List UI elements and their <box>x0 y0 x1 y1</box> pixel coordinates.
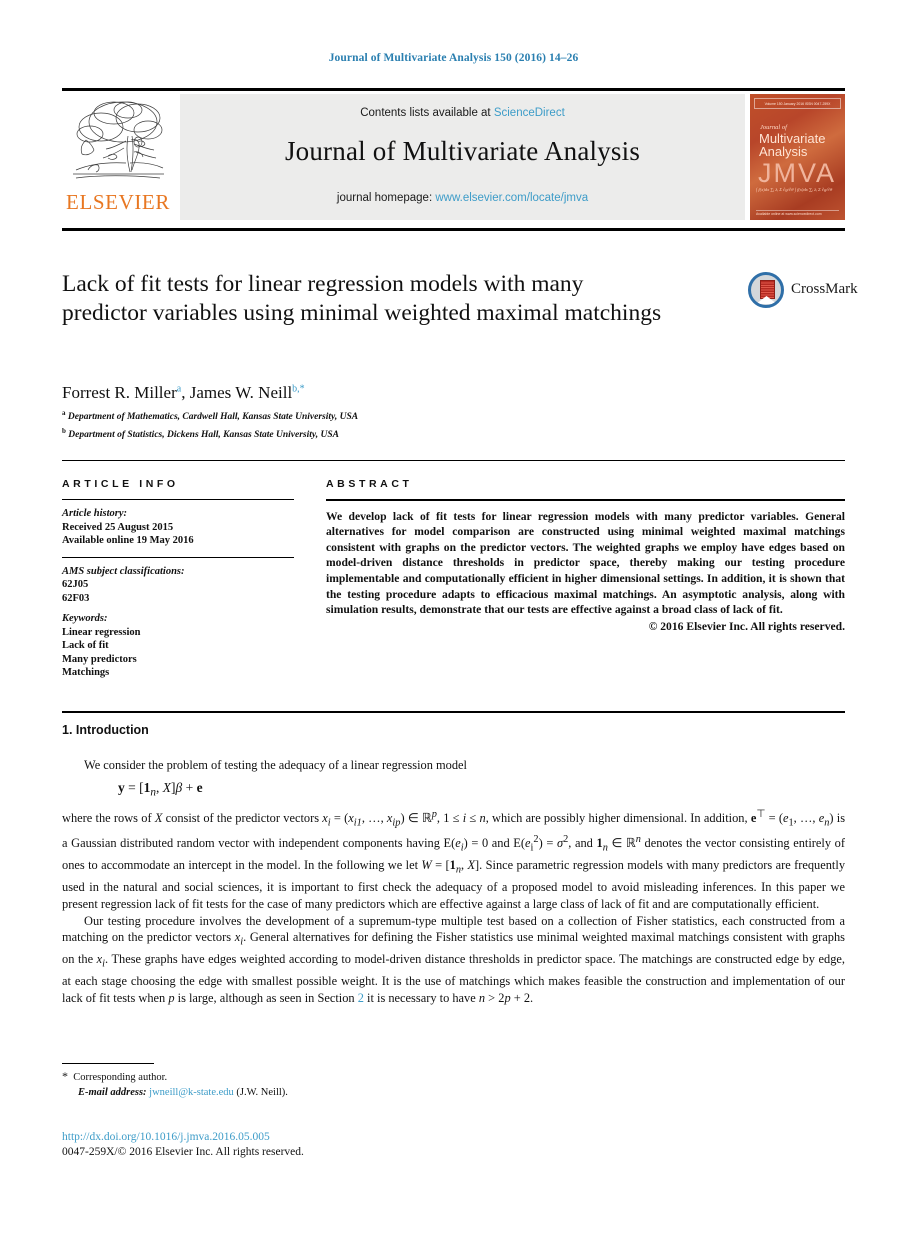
abstract-text: We develop lack of fit tests for linear … <box>326 509 845 617</box>
article-info-heading: ARTICLE INFO <box>62 478 179 490</box>
author-1-affil-marker[interactable]: b,* <box>292 383 305 394</box>
footnote-rule <box>62 1063 154 1064</box>
author-1-affil-letter: b <box>292 383 298 395</box>
elsevier-logo: ELSEVIER <box>62 94 174 220</box>
keyword-2: Many predictors <box>62 653 137 665</box>
ams-code-1: 62F03 <box>62 592 90 604</box>
article-info-rule-2 <box>62 556 294 558</box>
ams-label: AMS subject classifications: <box>62 565 185 577</box>
contents-available-line: Contents lists available at ScienceDirec… <box>180 107 745 119</box>
journal-title: Journal of Multivariate Analysis <box>284 136 641 166</box>
homepage-link[interactable]: www.elsevier.com/locate/jmva <box>435 192 588 204</box>
cover-acronym: JMVA <box>758 158 837 188</box>
crossmark-icon <box>748 272 784 308</box>
journal-homepage-line: journal homepage: www.elsevier.com/locat… <box>180 192 745 204</box>
elsevier-wordmark: ELSEVIER <box>66 190 170 214</box>
equation-1: y = [1n, X]β + e <box>118 779 203 799</box>
ams-classifications-group: AMS subject classifications: 62J05 62F03 <box>62 565 294 606</box>
cover-small-line: Journal of <box>760 124 787 131</box>
elsevier-tree-icon <box>73 101 164 179</box>
article-info-column: ARTICLE INFO Article history: Received 2… <box>62 478 294 680</box>
doi-link[interactable]: http://dx.doi.org/10.1016/j.jmva.2016.05… <box>62 1130 662 1145</box>
contents-prefix: Contents lists available at <box>360 107 494 119</box>
author-separator: , <box>181 383 190 402</box>
abstract-copyright: © 2016 Elsevier Inc. All rights reserved… <box>648 619 845 633</box>
crossmark-badge[interactable]: CrossMark <box>748 272 858 308</box>
journal-cover-thumbnail: Volume 150 January 2016 ISSN 0047-259X J… <box>750 94 845 220</box>
section-title: Introduction <box>75 723 149 737</box>
email-note: E-mail address: jwneill@k-state.edu (J.W… <box>62 1086 562 1101</box>
info-abstract-bottom-rule <box>62 711 845 713</box>
masthead-top-rule <box>62 88 845 91</box>
paragraph-2: Our testing procedure involves the devel… <box>62 913 845 1005</box>
abstract-heading: ABSTRACT <box>326 478 413 490</box>
affiliation-0: a Department of Mathematics, Cardwell Ha… <box>62 407 762 425</box>
affiliation-1-text: Department of Statistics, Dickens Hall, … <box>68 429 339 440</box>
crossmark-label: CrossMark <box>791 281 858 297</box>
article-history-label: Article history: <box>62 508 128 520</box>
crossmark-book-shape <box>760 280 775 299</box>
footnote-star: * <box>62 1069 68 1083</box>
author-list: Forrest R. Millera, James W. Neillb,* <box>62 383 762 403</box>
email-link[interactable]: jwneill@k-state.edu <box>149 1087 234 1098</box>
footer-block: http://dx.doi.org/10.1016/j.jmva.2016.05… <box>62 1130 662 1160</box>
keywords-group: Keywords: Linear regression Lack of fit … <box>62 612 294 680</box>
affiliation-list: a Department of Mathematics, Cardwell Ha… <box>62 407 762 442</box>
keyword-3: Matchings <box>62 667 110 679</box>
ams-code-0: 62J05 <box>62 579 89 591</box>
paper-page: Journal of Multivariate Analysis 150 (20… <box>0 0 907 1238</box>
keywords-label: Keywords: <box>62 613 108 625</box>
cover-title: Multivariate Analysis <box>759 132 840 158</box>
body-text: We consider the problem of testing the a… <box>62 757 845 1006</box>
page-title: Lack of fit tests for linear regression … <box>62 271 662 326</box>
keyword-0: Linear regression <box>62 626 141 638</box>
info-abstract-top-rule <box>62 460 845 462</box>
paragraph-1: where the rows of X consist of the predi… <box>62 808 846 911</box>
author-1-name: James W. Neill <box>189 383 293 402</box>
paragraph-lead: We consider the problem of testing the a… <box>84 758 467 772</box>
corresponding-author-note: * Corresponding author. <box>62 1069 562 1086</box>
issn-copyright-line: 0047-259X/© 2016 Elsevier Inc. All right… <box>62 1146 304 1158</box>
section-number: 1. <box>62 723 73 737</box>
homepage-prefix: journal homepage: <box>336 192 436 204</box>
journal-banner: Contents lists available at ScienceDirec… <box>180 94 745 220</box>
affiliation-0-marker: a <box>62 409 66 417</box>
footnote-block: * Corresponding author. E-mail address: … <box>62 1069 562 1100</box>
masthead-bottom-rule <box>62 228 845 231</box>
email-label: E-mail address: <box>78 1086 147 1098</box>
cover-title-line2: Analysis <box>759 144 808 159</box>
abstract-rule <box>326 499 845 501</box>
affiliation-1-marker: b <box>62 426 66 435</box>
article-history-1: Available online 19 May 2016 <box>62 535 194 547</box>
article-history-0: Received 25 August 2015 <box>62 521 174 533</box>
sciencedirect-link[interactable]: ScienceDirect <box>494 107 565 119</box>
email-owner: (J.W. Neill). <box>236 1086 288 1098</box>
article-info-rule-1 <box>62 499 294 501</box>
masthead: ELSEVIER Contents lists available at Sci… <box>62 92 845 222</box>
cover-formula-strip: ∫ f(x)dx ∑ᵢ λᵢ Σ ∂g/∂θ ∫ f(x)dx ∑ᵢ λᵢ Σ … <box>756 187 833 192</box>
affiliation-1: b Department of Statistics, Dickens Hall… <box>62 425 762 443</box>
corresponding-author-text: Corresponding author. <box>73 1072 168 1083</box>
running-head: Journal of Multivariate Analysis 150 (20… <box>328 52 579 64</box>
affiliation-0-text: Department of Mathematics, Cardwell Hall… <box>67 412 359 423</box>
keyword-1: Lack of fit <box>62 640 109 652</box>
cover-top-bar: Volume 150 January 2016 ISSN 0047-259X <box>754 98 841 109</box>
corresponding-author-star[interactable]: * <box>300 383 305 394</box>
author-0-name: Forrest R. Miller <box>62 383 177 402</box>
abstract-column: ABSTRACT We develop lack of fit tests fo… <box>326 478 845 633</box>
article-history-group: Article history: Received 25 August 2015… <box>62 507 294 548</box>
cover-footer: Available online at www.sciencedirect.co… <box>756 210 839 216</box>
section-2-link[interactable]: 2 <box>358 991 364 1005</box>
section-heading: 1. Introduction <box>62 723 149 737</box>
